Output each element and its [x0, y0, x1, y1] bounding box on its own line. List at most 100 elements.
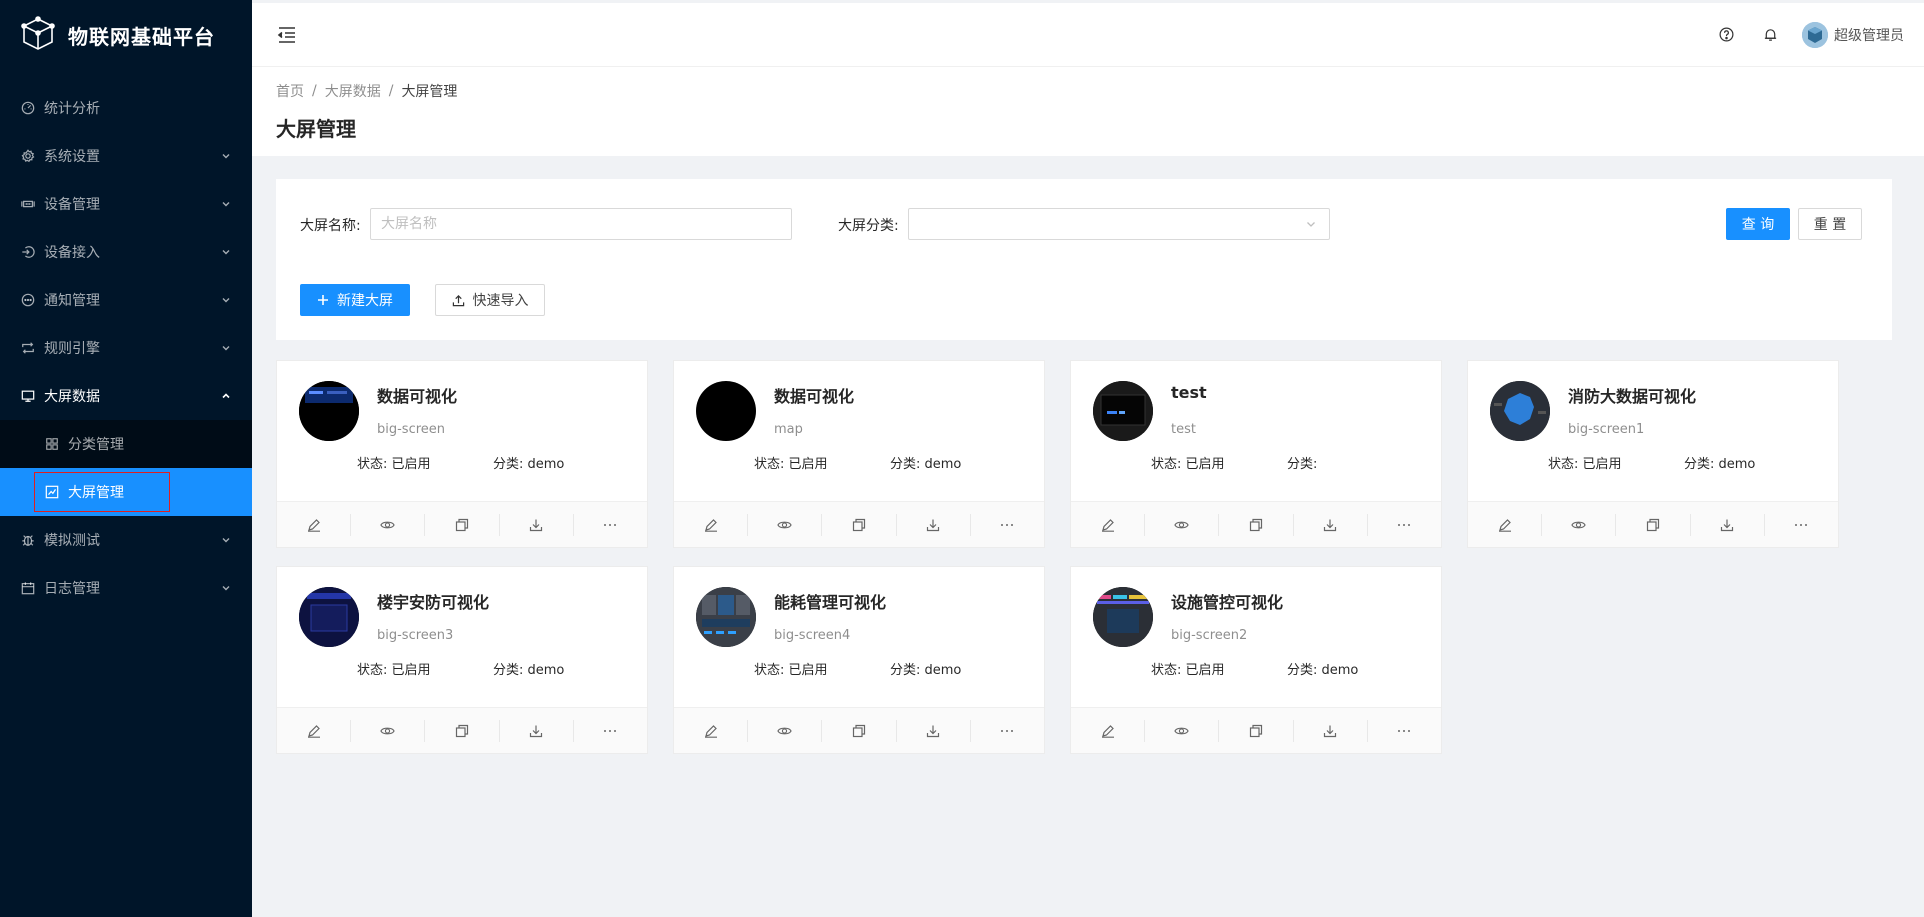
edit-icon[interactable]	[277, 719, 352, 742]
big-screen-card[interactable]: 消防大数据可视化 big-screen1 状态: 已启用 分类: demo	[1467, 360, 1839, 548]
more-icon[interactable]	[574, 514, 647, 536]
sidebar-item-big-screen-management[interactable]: 大屏管理	[0, 468, 252, 516]
top-header: 超级管理员	[252, 3, 1924, 67]
eye-icon[interactable]	[351, 719, 426, 742]
edit-icon[interactable]	[1071, 513, 1146, 536]
category-prefix: 分类:	[493, 457, 528, 472]
quick-import-label: 快速导入	[472, 293, 529, 309]
sidebar-item-statistics[interactable]: 统计分析	[0, 84, 252, 132]
sidebar-item-system-settings[interactable]: 系统设置	[0, 132, 252, 180]
card-thumbnail[interactable]	[1490, 381, 1550, 441]
sidebar-item-label: 模拟测试	[44, 533, 100, 549]
big-screen-card[interactable]: 设施管控可视化 big-screen2 状态: 已启用 分类: demo	[1070, 566, 1442, 754]
more-icon[interactable]	[1368, 514, 1441, 536]
more-icon[interactable]	[1765, 514, 1838, 536]
sidebar-item-device-access[interactable]: 设备接入	[0, 228, 252, 276]
sidebar-item-notification[interactable]: 通知管理	[0, 276, 252, 324]
eye-icon[interactable]	[1542, 513, 1617, 536]
retweet-icon	[20, 340, 36, 356]
card-thumbnail[interactable]	[696, 381, 756, 441]
card-status: 状态: 已启用	[1548, 453, 1622, 472]
card-actions	[277, 501, 647, 547]
copy-icon[interactable]	[1219, 513, 1294, 536]
card-thumbnail[interactable]	[1093, 587, 1153, 647]
cube-logo-icon	[21, 16, 55, 50]
card-thumbnail[interactable]	[299, 381, 359, 441]
card-body: 数据可视化 map 状态: 已启用 分类: demo	[674, 361, 1044, 501]
card-body: 消防大数据可视化 big-screen1 状态: 已启用 分类: demo	[1468, 361, 1838, 501]
status-prefix: 状态:	[754, 457, 789, 472]
eye-icon[interactable]	[1145, 719, 1220, 742]
sidebar-item-label: 系统设置	[44, 149, 100, 165]
more-icon[interactable]	[1368, 720, 1441, 742]
status-value: 已启用	[1185, 457, 1225, 472]
card-code: big-screen4	[774, 628, 851, 643]
eye-icon[interactable]	[1145, 513, 1220, 536]
name-filter-input[interactable]	[370, 208, 792, 240]
query-button[interactable]: 查 询	[1726, 208, 1790, 240]
big-screen-card[interactable]: test test 状态: 已启用 分类:	[1070, 360, 1442, 548]
user-menu[interactable]: 超级管理员	[1802, 21, 1904, 48]
download-icon[interactable]	[897, 513, 971, 536]
sidebar-item-simulation-test[interactable]: 模拟测试	[0, 516, 252, 564]
download-icon[interactable]	[1691, 513, 1765, 536]
edit-icon[interactable]	[674, 513, 749, 536]
category-filter-select[interactable]	[908, 208, 1330, 240]
status-value: 已启用	[788, 663, 828, 678]
edit-icon[interactable]	[1071, 719, 1146, 742]
card-code: big-screen3	[377, 628, 454, 643]
new-big-screen-button[interactable]: 新建大屏	[300, 284, 410, 316]
edit-icon[interactable]	[1468, 513, 1543, 536]
more-icon[interactable]	[971, 514, 1044, 536]
upload-icon	[452, 294, 465, 307]
chevron-down-icon	[222, 154, 230, 159]
status-prefix: 状态:	[1548, 457, 1583, 472]
sidebar-item-label: 设备管理	[44, 197, 100, 213]
reset-button[interactable]: 重 置	[1798, 208, 1862, 240]
new-big-screen-label: 新建大屏	[337, 293, 393, 309]
eye-icon[interactable]	[748, 719, 823, 742]
card-thumbnail[interactable]	[1093, 381, 1153, 441]
card-thumbnail[interactable]	[696, 587, 756, 647]
menu-fold-icon[interactable]	[276, 24, 298, 46]
copy-icon[interactable]	[822, 719, 897, 742]
edit-icon[interactable]	[277, 513, 352, 536]
eye-icon[interactable]	[351, 513, 426, 536]
calendar-icon	[20, 580, 36, 596]
status-value: 已启用	[391, 457, 431, 472]
copy-icon[interactable]	[425, 719, 500, 742]
copy-icon[interactable]	[1219, 719, 1294, 742]
quick-import-button[interactable]: 快速导入	[435, 284, 545, 316]
download-icon[interactable]	[1294, 513, 1368, 536]
more-icon[interactable]	[574, 720, 647, 742]
big-screen-card[interactable]: 数据可视化 map 状态: 已启用 分类: demo	[673, 360, 1045, 548]
brand[interactable]: 物联网基础平台	[0, 0, 252, 70]
big-screen-card[interactable]: 能耗管理可视化 big-screen4 状态: 已启用 分类: demo	[673, 566, 1045, 754]
sidebar-item-category-management[interactable]: 分类管理	[0, 420, 252, 468]
copy-icon[interactable]	[822, 513, 897, 536]
edit-icon[interactable]	[674, 719, 749, 742]
name-filter-label: 大屏名称:	[300, 218, 361, 234]
sidebar-item-device-management[interactable]: 设备管理	[0, 180, 252, 228]
breadcrumb-big-screen-data[interactable]: 大屏数据	[325, 81, 381, 101]
download-icon[interactable]	[1294, 719, 1368, 742]
copy-icon[interactable]	[425, 513, 500, 536]
bug-icon	[20, 532, 36, 548]
big-screen-card[interactable]: 楼宇安防可视化 big-screen3 状态: 已启用 分类: demo	[276, 566, 648, 754]
download-icon[interactable]	[897, 719, 971, 742]
sidebar-item-rule-engine[interactable]: 规则引擎	[0, 324, 252, 372]
card-status: 状态: 已启用	[357, 659, 431, 678]
card-thumbnail[interactable]	[299, 587, 359, 647]
breadcrumb-home[interactable]: 首页	[276, 81, 304, 101]
bell-icon[interactable]	[1761, 26, 1779, 44]
sidebar-item-big-screen-data[interactable]: 大屏数据	[0, 372, 252, 420]
breadcrumb: 首页 / 大屏数据 / 大屏管理	[276, 81, 1900, 101]
sidebar-item-log-management[interactable]: 日志管理	[0, 564, 252, 612]
big-screen-card[interactable]: 数据可视化 big-screen 状态: 已启用 分类: demo	[276, 360, 648, 548]
more-icon[interactable]	[971, 720, 1044, 742]
download-icon[interactable]	[500, 513, 574, 536]
question-circle-icon[interactable]	[1717, 26, 1735, 44]
download-icon[interactable]	[500, 719, 574, 742]
eye-icon[interactable]	[748, 513, 823, 536]
copy-icon[interactable]	[1616, 513, 1691, 536]
